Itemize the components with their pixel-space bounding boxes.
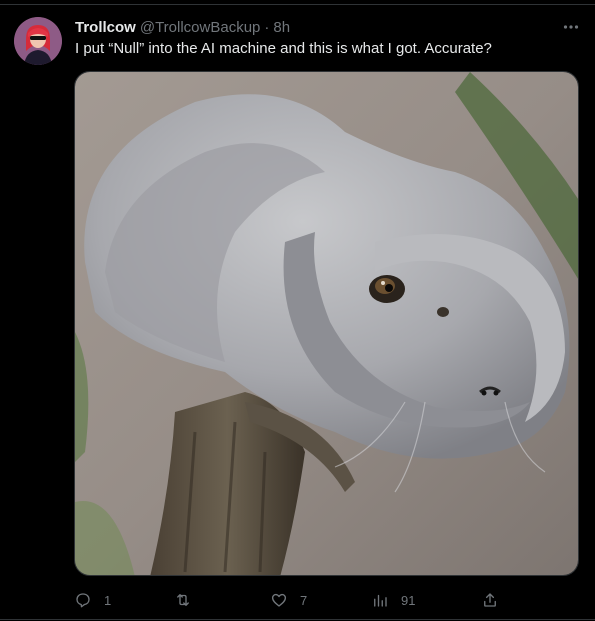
more-button[interactable] [560,17,582,37]
views-count: 91 [401,592,416,608]
retweet-icon [177,594,189,606]
reply-icon [76,593,90,608]
like-icon [271,593,287,607]
avatar[interactable] [14,17,62,65]
separator-dot: · [264,18,270,36]
top-divider [0,4,595,5]
tweet-actions: 1 7 91 [74,590,504,610]
tweet-image[interactable] [74,71,579,576]
share-button[interactable] [481,590,499,610]
reply-button[interactable]: 1 [74,590,111,610]
retweet-button[interactable] [174,590,204,610]
timestamp[interactable]: 8h [273,19,290,36]
reply-count: 1 [104,592,112,608]
display-name[interactable]: Trollcow [75,19,136,36]
tweet-header: Trollcow @TrollcowBackup · 8h [75,17,290,37]
share-icon [484,593,496,607]
views-button[interactable]: 91 [371,590,415,610]
bottom-divider [0,619,595,620]
views-icon [374,594,387,607]
more-icon [563,25,579,29]
like-count: 7 [300,592,308,608]
like-button[interactable]: 7 [270,590,307,610]
user-handle[interactable]: @TrollcowBackup [140,19,261,36]
tweet-text: I put “Null” into the AI machine and thi… [75,40,492,57]
